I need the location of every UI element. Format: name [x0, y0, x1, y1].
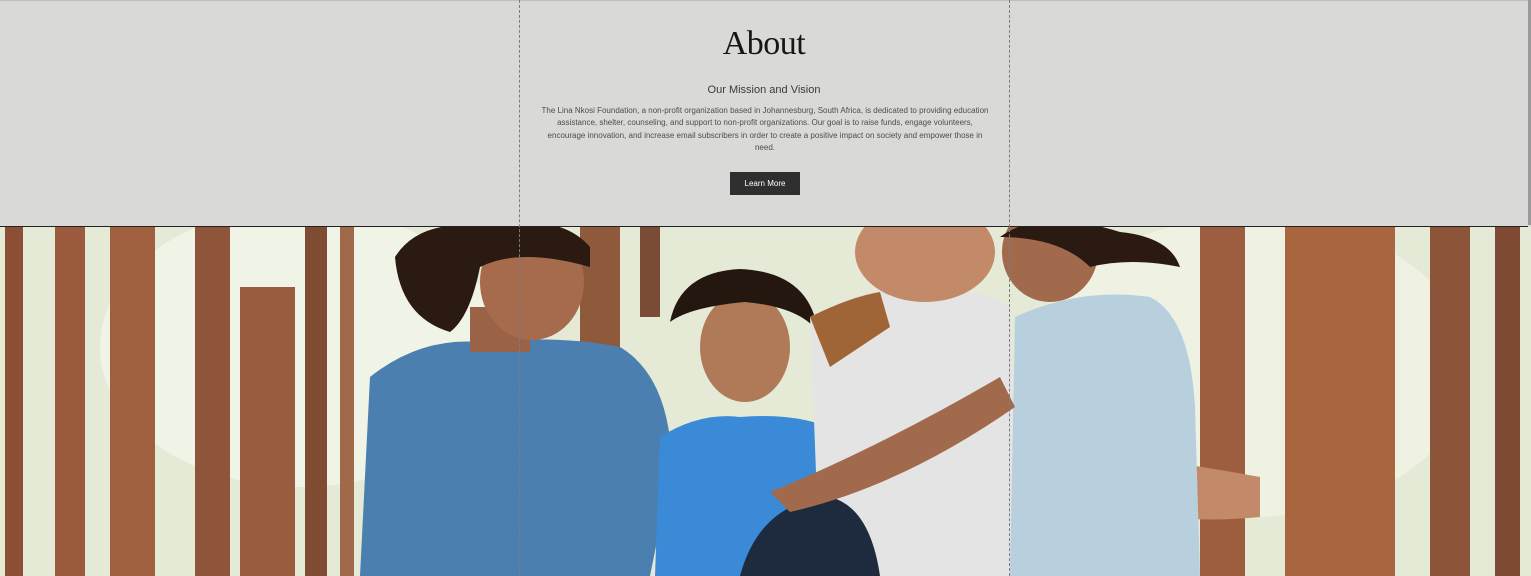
about-section: About Our Mission and Vision The Lina Nk…: [0, 0, 1528, 227]
learn-more-button[interactable]: Learn More: [730, 172, 800, 195]
layout-guide-right: [1009, 0, 1010, 576]
hero-photo: [0, 227, 1531, 576]
family-photo-illustration: [0, 227, 1531, 576]
layout-guide-left: [519, 0, 520, 576]
mission-paragraph: The Lina Nkosi Foundation, a non-profit …: [541, 106, 989, 152]
page-title: About: [722, 25, 806, 62]
section-subtitle: Our Mission and Vision: [707, 84, 821, 96]
